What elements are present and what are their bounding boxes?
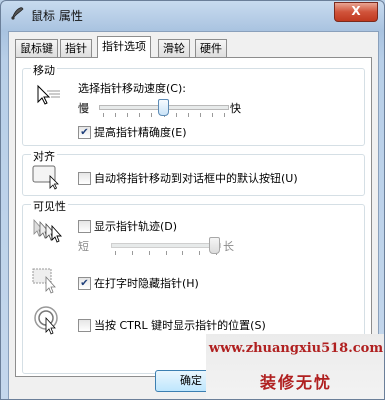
slider-tick — [103, 113, 104, 117]
tab-hardware[interactable]: 硬件 — [195, 39, 227, 57]
tab-label: 硬件 — [200, 42, 222, 55]
hide-while-typing-checkbox[interactable]: ✔ 在打字时隐藏指针(H) — [78, 275, 199, 291]
slider-tick — [199, 251, 200, 255]
precision-checkbox[interactable]: ✔ 提高指针精确度(E) — [78, 124, 187, 140]
snap-group: 对齐 自动将指针移动到对话框中的默认按钮(U) — [22, 148, 365, 196]
slider-tick — [127, 113, 128, 117]
speed-slider-thumb[interactable] — [158, 99, 169, 116]
slider-tick — [200, 113, 201, 117]
slider-tick — [182, 251, 183, 255]
tab-label: 鼠标键 — [20, 42, 53, 55]
watermark-url: www.zhuangxiu518.com — [208, 341, 384, 356]
trails-slider-ticks — [115, 251, 217, 255]
slow-label: 慢 — [78, 102, 89, 115]
long-label: 长 — [223, 240, 234, 253]
checkmark-icon[interactable]: ✔ — [78, 276, 91, 290]
tab-label: 滑轮 — [163, 42, 185, 55]
watermark-brand: 装修无忧 — [259, 373, 332, 392]
visibility-group-title: 可见性 — [31, 198, 68, 214]
show-location-icon — [34, 306, 58, 335]
checkmark-icon[interactable]: ✔ — [78, 125, 91, 139]
tab-label: 指针 — [65, 42, 87, 55]
show-location-checkbox[interactable]: 当按 CTRL 键时显示指针的位置(S) — [78, 317, 266, 333]
trails-label: 显示指针轨迹(D) — [94, 220, 178, 233]
snap-to-button-icon — [32, 165, 59, 190]
close-button[interactable]: X — [334, 2, 378, 22]
mouse-properties-window: 鼠标 属性 X 鼠标键 指针 指针选项 滑轮 硬件 移动 选择指针移动速度(C)… — [0, 0, 385, 400]
motion-group-title: 移动 — [31, 62, 57, 78]
pointer-trails-icon — [33, 218, 63, 243]
ok-button-label: 确定 — [180, 374, 202, 387]
watermark: www.zhuangxiu518.com 装修无忧 — [206, 334, 384, 399]
tab-pointers[interactable]: 指针 — [60, 39, 92, 57]
slider-tick — [149, 251, 150, 255]
slider-tick — [176, 113, 177, 117]
snap-group-title: 对齐 — [31, 148, 57, 164]
checkbox-box[interactable] — [78, 219, 91, 233]
tab-pointer-options[interactable]: 指针选项 — [97, 36, 151, 58]
checkbox-box[interactable] — [78, 171, 91, 185]
show-location-label: 当按 CTRL 键时显示指针的位置(S) — [94, 319, 266, 332]
pointer-speed-icon — [37, 84, 60, 105]
precision-label: 提高指针精确度(E) — [94, 126, 187, 139]
short-label: 短 — [78, 240, 89, 253]
slider-tick — [151, 113, 152, 117]
snap-checkbox[interactable]: 自动将指针移动到对话框中的默认按钮(U) — [78, 170, 298, 186]
slider-tick — [212, 113, 213, 117]
trails-checkbox[interactable]: 显示指针轨迹(D) — [78, 218, 177, 234]
trails-slider-thumb[interactable] — [209, 237, 220, 254]
checkbox-box[interactable] — [78, 318, 91, 332]
slider-tick — [139, 113, 140, 117]
slider-tick — [115, 251, 116, 255]
slider-tick — [115, 113, 116, 117]
slider-tick — [224, 113, 225, 117]
hide-while-typing-icon — [32, 268, 56, 294]
mouse-icon — [11, 7, 24, 20]
slider-tick — [132, 251, 133, 255]
hide-while-typing-label: 在打字时隐藏指针(H) — [94, 277, 199, 290]
snap-label: 自动将指针移动到对话框中的默认按钮(U) — [94, 172, 298, 185]
tab-buttons[interactable]: 鼠标键 — [15, 39, 58, 57]
fast-label: 快 — [230, 102, 241, 115]
close-icon: X — [351, 4, 361, 18]
title-bar[interactable]: 鼠标 属性 X — [1, 1, 384, 29]
slider-tick — [188, 113, 189, 117]
slider-tick — [166, 251, 167, 255]
tab-wheel[interactable]: 滑轮 — [158, 39, 190, 57]
pointer-options-panel: 移动 选择指针移动速度(C): 慢 快 ✔ 提高指针精确度(E) 对齐 自动将指… — [15, 57, 372, 377]
tab-label: 指针选项 — [102, 40, 146, 53]
motion-group: 移动 选择指针移动速度(C): 慢 快 ✔ 提高指针精确度(E) — [22, 62, 365, 146]
speed-label: 选择指针移动速度(C): — [78, 82, 186, 95]
window-title: 鼠标 属性 — [31, 9, 83, 23]
trails-slider-track[interactable] — [111, 243, 221, 248]
